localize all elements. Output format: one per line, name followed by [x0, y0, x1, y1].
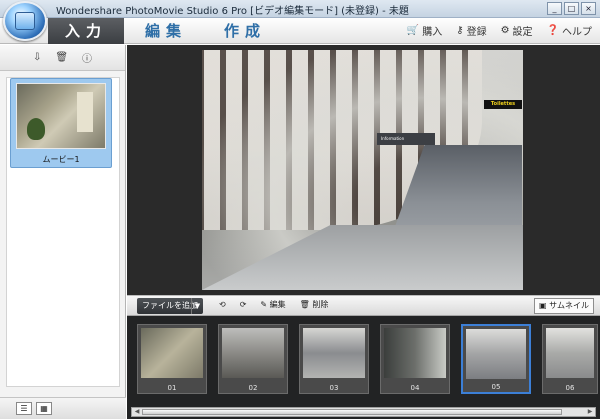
clip-thumbnail [222, 328, 284, 378]
media-item-label: ムービー1 [42, 155, 80, 164]
app-logo-icon[interactable] [3, 1, 47, 41]
video-preview-area: Information Toilettes [127, 45, 600, 295]
chevron-down-icon[interactable]: ▼ [191, 298, 203, 314]
timeline-clip[interactable]: 04 [380, 324, 450, 394]
timeline-strip: 01 02 03 04 05 06 ◀ ▶ [127, 316, 600, 419]
thumbnail-button[interactable]: ▣ サムネイル [534, 298, 594, 314]
help-label: ヘルプ [562, 27, 592, 38]
gear-icon: ⚙ [500, 25, 510, 36]
scroll-right-icon[interactable]: ▶ [585, 407, 595, 417]
media-panel: ⇩ 🗑 ⓘ ムービー1 ☰ ▦ [0, 45, 126, 419]
close-button[interactable]: × [581, 2, 596, 15]
clip-thumbnail [384, 328, 446, 378]
clip-thumbnail [466, 329, 526, 379]
grid-view-icon[interactable]: ▦ [36, 402, 52, 415]
timeline-clip-selected[interactable]: 05 [461, 324, 531, 394]
help-button[interactable]: ❓ ヘルプ [547, 23, 592, 38]
purchase-button[interactable]: 🛒 購入 [407, 23, 442, 38]
add-file-button[interactable]: ファイルを追加 ▼ [137, 298, 203, 314]
media-toolbar: ⇩ 🗑 ⓘ [0, 45, 125, 71]
clip-number: 05 [491, 383, 501, 391]
window-title: Wondershare PhotoMovie Studio 6 Pro [ビデオ… [56, 6, 409, 17]
register-button[interactable]: ⚷ 登録 [456, 23, 486, 38]
clip-thumbnail [303, 328, 365, 378]
trash-icon: 🗑 [299, 300, 310, 309]
help-icon: ❓ [546, 25, 559, 36]
information-sign: Information [377, 133, 435, 145]
clip-number: 06 [565, 384, 575, 392]
add-file-label: ファイルを追加 [142, 301, 198, 310]
edit-toolbar: ファイルを追加 ▼ ⟲ ⟳ ✎ 編集 🗑 削除 ▣ サムネイル [127, 295, 600, 316]
delete-button[interactable]: 🗑 削除 [300, 299, 329, 310]
maximize-button[interactable]: □ [564, 2, 579, 15]
scrollbar-thumb[interactable] [142, 409, 562, 415]
settings-label: 設定 [512, 27, 533, 38]
pencil-icon: ✎ [260, 300, 268, 309]
timeline-clip[interactable]: 01 [137, 324, 207, 394]
import-icon[interactable]: ⇩ [33, 52, 41, 63]
clip-number: 03 [329, 384, 339, 392]
window-controls: _ □ × [547, 2, 596, 15]
clip-number: 04 [410, 384, 420, 392]
clip-number: 01 [167, 384, 177, 392]
key-icon: ⚷ [456, 25, 464, 36]
edit-label: 編集 [269, 300, 286, 309]
settings-button[interactable]: ⚙ 設定 [501, 23, 533, 38]
tab-input[interactable]: 入力 [48, 18, 124, 44]
delete-label: 削除 [312, 300, 329, 309]
view-mode-bar: ☰ ▦ [0, 397, 126, 419]
rotate-right-icon[interactable]: ⟳ [240, 300, 247, 309]
clip-thumbnail [141, 328, 203, 378]
title-bar: Wondershare PhotoMovie Studio 6 Pro [ビデオ… [0, 0, 600, 18]
timeline-scrollbar[interactable]: ◀ ▶ [131, 407, 596, 417]
scroll-left-icon[interactable]: ◀ [132, 407, 142, 417]
edit-button[interactable]: ✎ 編集 [260, 299, 285, 310]
cart-icon: 🛒 [406, 25, 420, 36]
main-toolbar: 入力 編集 作成 🛒 購入 ⚷ 登録 ⚙ 設定 ❓ ヘルプ [0, 18, 600, 44]
timeline-clip[interactable]: 02 [218, 324, 288, 394]
video-frame[interactable]: Information Toilettes [202, 50, 523, 290]
purchase-label: 購入 [422, 27, 443, 38]
media-thumbnail [16, 83, 106, 149]
clip-number: 02 [248, 384, 258, 392]
tab-edit[interactable]: 編集 [130, 18, 202, 44]
rotate-left-icon[interactable]: ⟲ [219, 300, 226, 309]
clip-thumbnail [546, 328, 594, 378]
timeline-clip[interactable]: 03 [299, 324, 369, 394]
thumbnail-label: サムネイル [549, 301, 589, 310]
register-label: 登録 [466, 27, 487, 38]
thumbnail-icon: ▣ [539, 301, 547, 310]
toilettes-sign: Toilettes [484, 100, 522, 109]
list-view-icon[interactable]: ☰ [16, 402, 32, 415]
trash-icon[interactable]: 🗑 [55, 52, 68, 63]
timeline-clip[interactable]: 06 [542, 324, 598, 394]
media-item[interactable]: ムービー1 [10, 78, 112, 168]
info-icon[interactable]: ⓘ [82, 50, 92, 65]
minimize-button[interactable]: _ [547, 2, 562, 15]
tab-create[interactable]: 作成 [210, 18, 280, 44]
